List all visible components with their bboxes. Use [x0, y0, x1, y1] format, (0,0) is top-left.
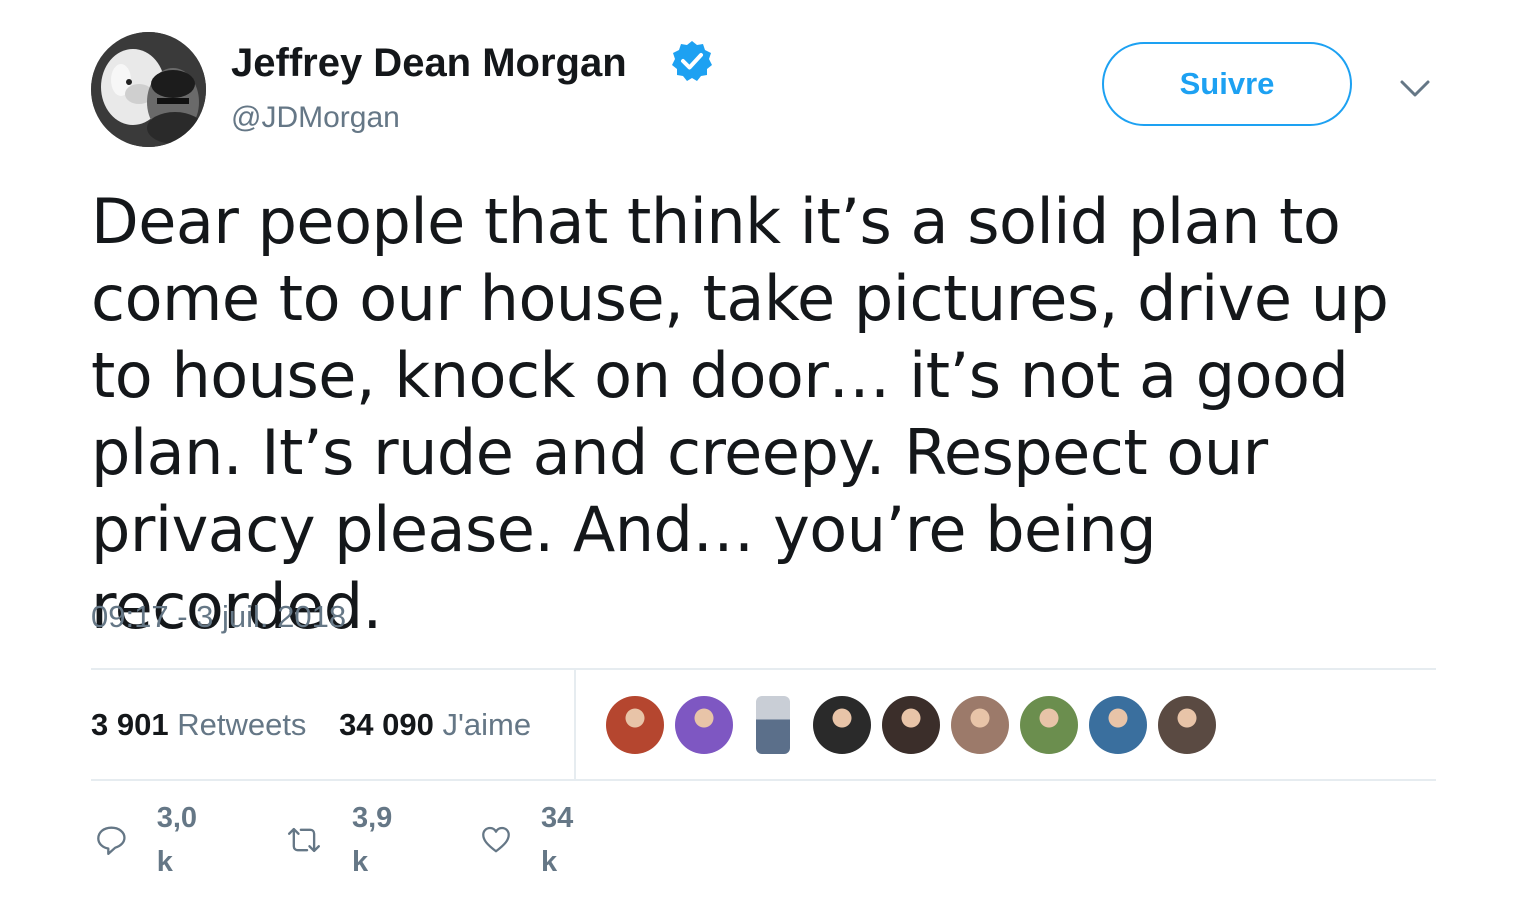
retweet-count: 3,9 k — [351, 802, 393, 878]
liker-avatar[interactable] — [1089, 696, 1147, 754]
liker-avatar[interactable] — [606, 696, 664, 754]
divider — [574, 670, 576, 779]
liker-avatar[interactable] — [675, 696, 733, 754]
tweet-timestamp[interactable]: 09:17 - 3 juil. 2018 — [91, 597, 346, 637]
liker-avatar[interactable] — [813, 696, 871, 754]
heart-icon — [482, 826, 510, 853]
tweet-text: Dear people that think it’s a solid plan… — [91, 185, 1389, 643]
divider — [91, 668, 1436, 670]
follow-button[interactable]: Suivre — [1102, 42, 1352, 126]
like-button[interactable]: 34 k — [481, 802, 583, 878]
retweet-icon — [287, 827, 320, 853]
liker-avatar[interactable] — [756, 696, 790, 754]
divider — [91, 779, 1436, 781]
liker-avatar[interactable] — [1020, 696, 1078, 754]
retweets-count: 3 901 — [91, 707, 169, 742]
reply-icon — [97, 826, 126, 855]
likes-stat[interactable]: 34 090 J'aime — [339, 705, 531, 745]
verified-badge-icon — [672, 41, 712, 81]
like-count: 34 k — [540, 802, 574, 878]
liker-avatar[interactable] — [1158, 696, 1216, 754]
retweets-stat[interactable]: 3 901 Retweets — [91, 705, 306, 745]
profile-photo-with-dog-icon — [91, 32, 206, 147]
reply-button[interactable]: 3,0 k — [96, 802, 206, 878]
likes-label: J'aime — [442, 707, 532, 742]
tweet-card: Jeffrey Dean Morgan @JDMorgan Suivre Dea… — [0, 0, 1527, 899]
retweets-label: Retweets — [177, 707, 307, 742]
retweet-button[interactable]: 3,9 k — [286, 802, 402, 878]
reply-count: 3,0 k — [156, 802, 198, 878]
chevron-down-icon[interactable] — [1398, 74, 1432, 104]
author-name[interactable]: Jeffrey Dean Morgan — [231, 38, 627, 88]
liker-avatar[interactable] — [951, 696, 1009, 754]
tweet-stats: 3 901 Retweets 34 090 J'aime — [91, 705, 555, 745]
liker-avatar[interactable] — [882, 696, 940, 754]
likes-count: 34 090 — [339, 707, 434, 742]
author-avatar[interactable] — [91, 32, 206, 147]
author-handle[interactable]: @JDMorgan — [231, 99, 400, 137]
